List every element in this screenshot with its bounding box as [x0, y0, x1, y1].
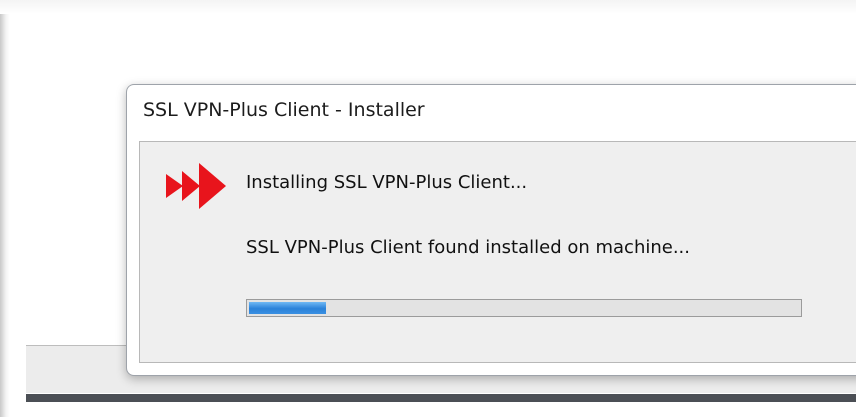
red-triple-arrow-icon — [166, 163, 226, 209]
background-window-bottom-line — [26, 394, 856, 402]
dialog-title: SSL VPN-Plus Client - Installer — [143, 99, 425, 121]
arrow-2-icon — [182, 171, 200, 201]
detail-status-text: SSL VPN-Plus Client found installed on m… — [246, 237, 690, 258]
frame-top-edge — [0, 0, 856, 14]
install-progress-bar — [246, 299, 802, 317]
content-panel: Installing SSL VPN-Plus Client... SSL VP… — [139, 141, 856, 363]
screenshot-frame: SSL VPN-Plus Client - Installer Installi… — [0, 0, 856, 417]
install-progress-fill — [249, 302, 326, 314]
frame-left-edge — [0, 14, 10, 417]
installer-dialog: SSL VPN-Plus Client - Installer Installi… — [126, 84, 856, 376]
installing-status-text: Installing SSL VPN-Plus Client... — [246, 172, 528, 193]
arrow-1-icon — [166, 174, 183, 198]
arrow-3-icon — [199, 163, 226, 209]
